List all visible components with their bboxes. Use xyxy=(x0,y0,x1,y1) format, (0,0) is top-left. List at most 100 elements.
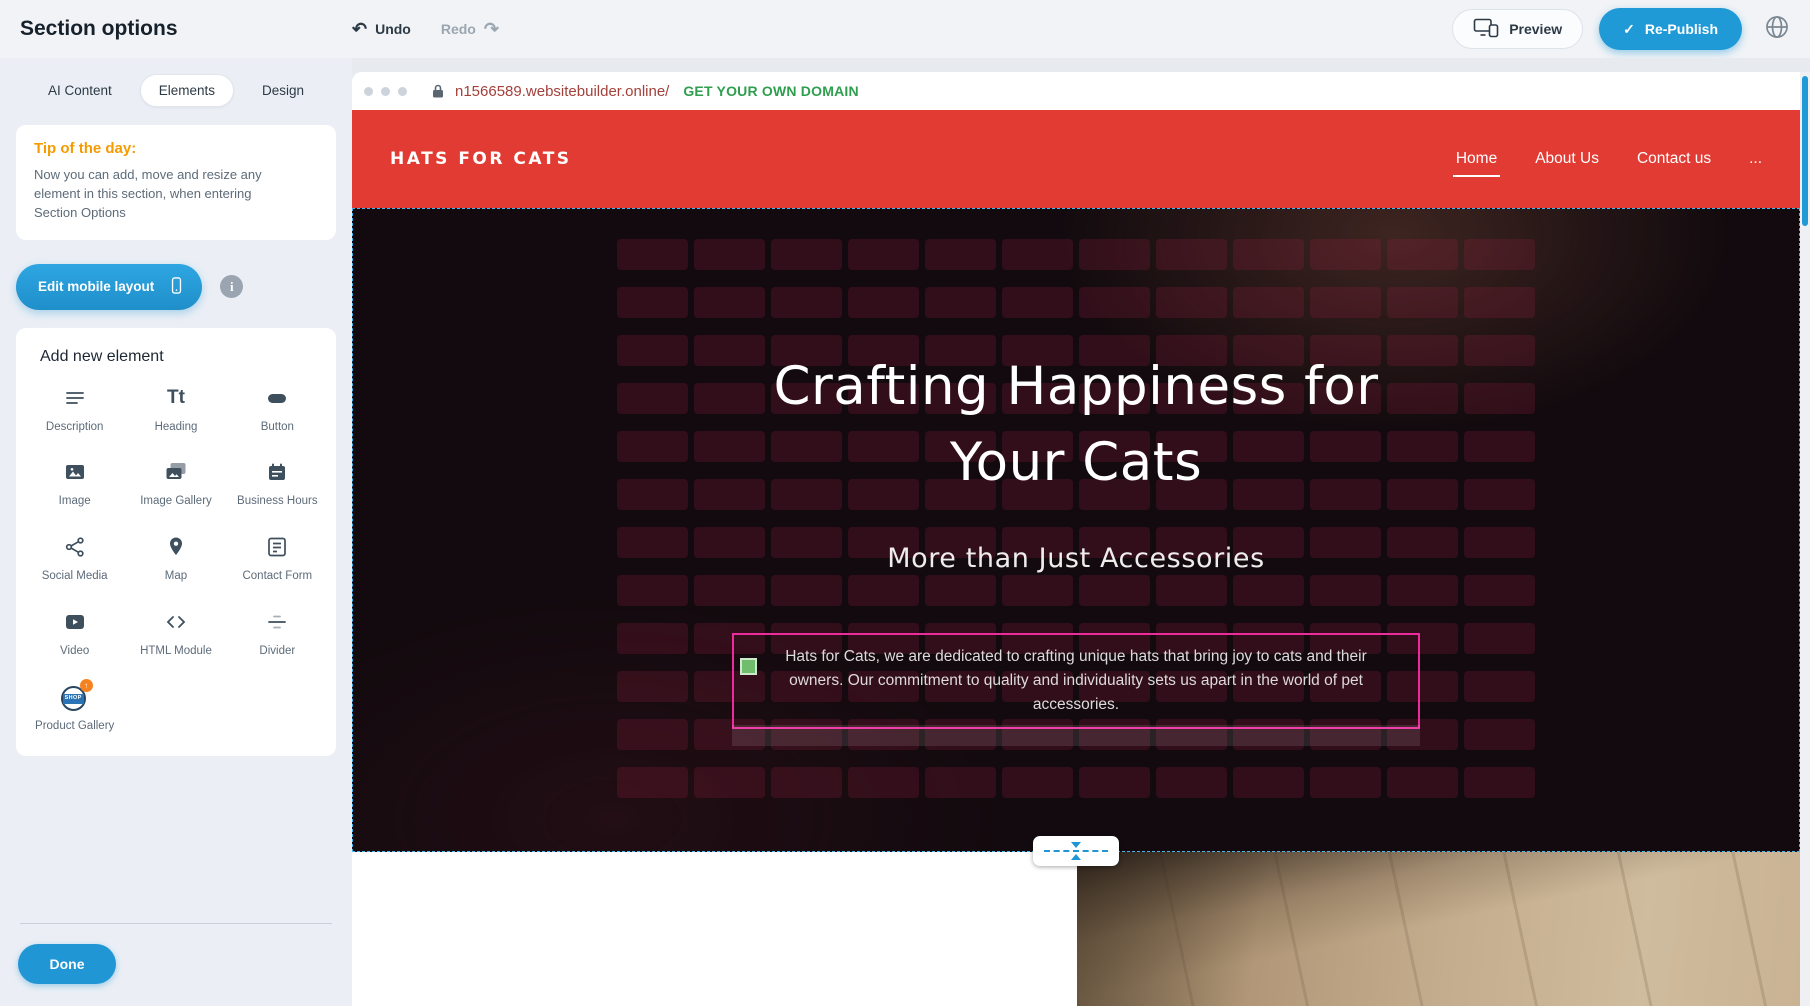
hero-tile xyxy=(1464,479,1535,510)
element-image-gallery[interactable]: Image Gallery xyxy=(125,458,226,509)
hero-paragraph-text: Hats for Cats, we are dedicated to craft… xyxy=(762,645,1390,717)
image-icon xyxy=(63,458,87,486)
element-product-gallery[interactable]: SHOP ↑ Product Gallery xyxy=(24,683,125,734)
element-business-hours[interactable]: Business Hours xyxy=(227,458,328,509)
hero-tile xyxy=(1233,767,1304,798)
republish-button[interactable]: ✓ Re-Publish xyxy=(1599,8,1742,50)
social-media-icon xyxy=(63,533,87,561)
window-dot xyxy=(398,87,407,96)
hero-tile xyxy=(1079,575,1150,606)
element-label: Product Gallery xyxy=(35,719,114,734)
next-section-blank[interactable] xyxy=(352,852,1077,1006)
next-section-photo[interactable] xyxy=(1077,852,1800,1006)
tab-ai-content[interactable]: AI Content xyxy=(30,75,130,106)
hero-tile xyxy=(617,431,688,462)
tab-elements[interactable]: Elements xyxy=(140,74,234,107)
redo-button[interactable]: Redo ↷ xyxy=(441,20,499,38)
hero-tile xyxy=(771,575,842,606)
element-html-module[interactable]: HTML Module xyxy=(125,608,226,659)
hero-tile xyxy=(925,287,996,318)
element-label: Image xyxy=(59,494,91,509)
business-hours-icon xyxy=(265,458,289,486)
element-label: Button xyxy=(261,420,294,435)
hero-tile xyxy=(1464,575,1535,606)
element-description[interactable]: Description xyxy=(24,384,125,435)
element-divider[interactable]: Divider xyxy=(227,608,328,659)
hero-heading[interactable]: Crafting Happiness for Your Cats xyxy=(726,349,1426,503)
map-pin-icon xyxy=(164,533,188,561)
hero-subheading[interactable]: More than Just Accessories xyxy=(353,543,1799,574)
element-map[interactable]: Map xyxy=(125,533,226,584)
site-header[interactable]: Hats for Cats Home About Us Contact us .… xyxy=(352,110,1800,208)
element-label: Map xyxy=(165,569,187,584)
undo-button[interactable]: ↶ Undo xyxy=(352,20,411,38)
redo-icon: ↷ xyxy=(484,20,499,38)
arrow-up-icon xyxy=(1071,854,1081,860)
hero-tile xyxy=(1156,575,1227,606)
hero-tile xyxy=(1079,767,1150,798)
product-gallery-icon: SHOP ↑ xyxy=(60,683,90,711)
hero-tile xyxy=(617,479,688,510)
nav-more-ellipsis[interactable]: ... xyxy=(1749,150,1762,168)
language-globe-button[interactable] xyxy=(1758,10,1796,48)
preview-button[interactable]: Preview xyxy=(1452,9,1583,49)
hero-tile xyxy=(848,287,919,318)
devices-icon xyxy=(1473,18,1499,41)
site-logo[interactable]: Hats for Cats xyxy=(390,149,572,169)
drag-handle-icon[interactable] xyxy=(740,658,757,675)
element-heading[interactable]: Tt Heading xyxy=(125,384,226,435)
hero-tile xyxy=(1002,575,1073,606)
element-label: Description xyxy=(46,420,104,435)
hero-tile xyxy=(1464,719,1535,750)
element-image[interactable]: Image xyxy=(24,458,125,509)
hero-tile xyxy=(1464,287,1535,318)
element-label: Heading xyxy=(155,420,198,435)
check-icon: ✓ xyxy=(1623,21,1635,38)
element-button[interactable]: Button xyxy=(227,384,328,435)
hero-tile xyxy=(617,623,688,654)
hero-tile xyxy=(1387,575,1458,606)
element-video[interactable]: Video xyxy=(24,608,125,659)
tab-design[interactable]: Design xyxy=(244,75,322,106)
nav-home[interactable]: Home xyxy=(1456,150,1497,168)
hero-section-selected[interactable]: Crafting Happiness for Your Cats More th… xyxy=(352,208,1800,852)
html-code-icon xyxy=(164,608,188,636)
site-url[interactable]: n1566589.websitebuilder.online/ xyxy=(455,83,669,100)
edit-mobile-layout-button[interactable]: Edit mobile layout xyxy=(16,264,202,310)
element-label: HTML Module xyxy=(140,644,212,659)
element-contact-form[interactable]: Contact Form xyxy=(227,533,328,584)
hero-tile xyxy=(1156,239,1227,270)
topbar-actions: Preview ✓ Re-Publish xyxy=(1452,8,1810,50)
element-social-media[interactable]: Social Media xyxy=(24,533,125,584)
tip-of-the-day-card: Tip of the day: Now you can add, move an… xyxy=(16,125,336,240)
section-resize-handle[interactable] xyxy=(1033,836,1119,866)
done-button[interactable]: Done xyxy=(18,944,116,984)
heading-icon: Tt xyxy=(167,384,185,412)
hero-tile xyxy=(1310,239,1381,270)
sidebar-tabs: AI Content Elements Design xyxy=(0,58,352,115)
hero-tile xyxy=(617,767,688,798)
site-preview-window: n1566589.websitebuilder.online/ GET YOUR… xyxy=(352,72,1800,1006)
tip-title: Tip of the day: xyxy=(34,140,318,157)
hero-tile xyxy=(1387,287,1458,318)
hero-tile xyxy=(617,287,688,318)
scrollbar-thumb[interactable] xyxy=(1802,76,1808,226)
nav-about-us[interactable]: About Us xyxy=(1535,150,1599,168)
preview-scrollbar xyxy=(1800,72,1810,1006)
hero-tile xyxy=(925,767,996,798)
hero-paragraph-selected[interactable]: Hats for Cats, we are dedicated to craft… xyxy=(732,633,1420,729)
hero-tile xyxy=(1464,767,1535,798)
window-dot xyxy=(364,87,373,96)
nav-contact-us[interactable]: Contact us xyxy=(1637,150,1711,168)
get-your-own-domain-link[interactable]: GET YOUR OWN DOMAIN xyxy=(683,83,858,99)
hero-tile xyxy=(1464,239,1535,270)
hero-tile xyxy=(1233,287,1304,318)
hero-tile xyxy=(1464,335,1535,366)
mobile-layout-row: Edit mobile layout i xyxy=(16,264,336,310)
hero-tile xyxy=(694,575,765,606)
info-icon[interactable]: i xyxy=(220,275,243,298)
browser-chrome: n1566589.websitebuilder.online/ GET YOUR… xyxy=(352,72,1800,110)
hero-tile xyxy=(1464,623,1535,654)
topbar: Section options ↶ Undo Redo ↷ Preview ✓ … xyxy=(0,0,1810,58)
element-label: Image Gallery xyxy=(140,494,212,509)
